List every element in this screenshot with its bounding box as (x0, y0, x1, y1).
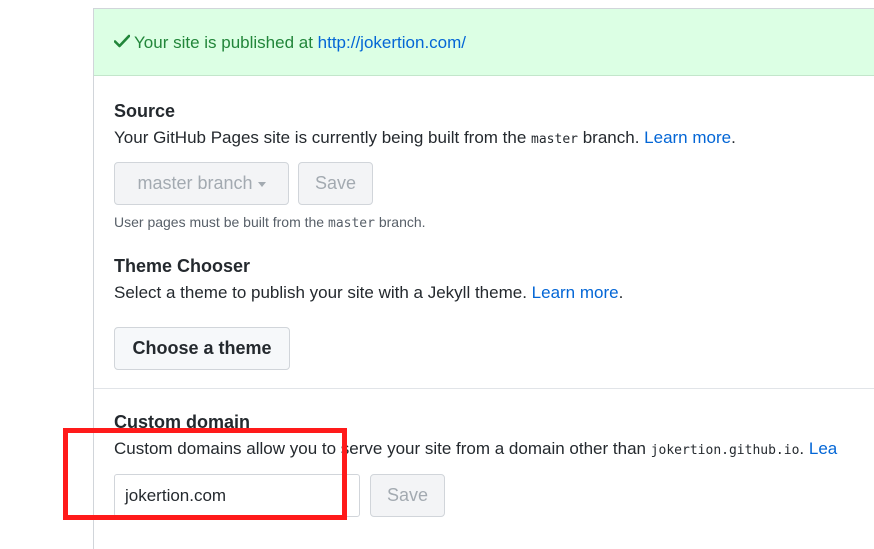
caret-down-icon (257, 182, 266, 187)
published-message: Your site is published at http://jokerti… (113, 33, 466, 53)
custom-domain-learn-more-link[interactable]: Lea (809, 439, 837, 458)
master-note-code: master (328, 216, 375, 231)
choose-theme-button[interactable]: Choose a theme (114, 327, 290, 370)
published-text: Your site is published at (134, 33, 318, 52)
custom-domain-heading: Custom domain (114, 412, 251, 432)
github-io-code: jokertion.github.io (650, 443, 800, 458)
custom-domain-input[interactable]: jokertion.com (114, 474, 360, 517)
custom-domain-description: Custom domains allow you to serve your s… (114, 439, 838, 458)
branch-select-button[interactable]: master branch (114, 162, 289, 205)
source-save-button[interactable]: Save (298, 162, 373, 205)
section-divider (94, 388, 874, 389)
custom-domain-save-button[interactable]: Save (370, 474, 445, 517)
theme-learn-more-link[interactable]: Learn more (532, 283, 619, 302)
source-description: Your GitHub Pages site is currently bein… (114, 128, 736, 147)
published-flash-banner: Your site is published at http://jokerti… (94, 9, 874, 76)
published-url-link[interactable]: http://jokertion.com/ (318, 33, 466, 52)
master-code: master (531, 132, 578, 147)
theme-chooser-heading: Theme Chooser (114, 256, 251, 276)
source-note: User pages must be built from the master… (114, 214, 426, 231)
source-learn-more-link[interactable]: Learn more (644, 128, 731, 147)
github-pages-panel: Your site is published at http://jokerti… (93, 8, 874, 549)
check-icon (113, 33, 132, 53)
source-heading: Source (114, 101, 176, 121)
theme-description: Select a theme to publish your site with… (114, 283, 624, 302)
